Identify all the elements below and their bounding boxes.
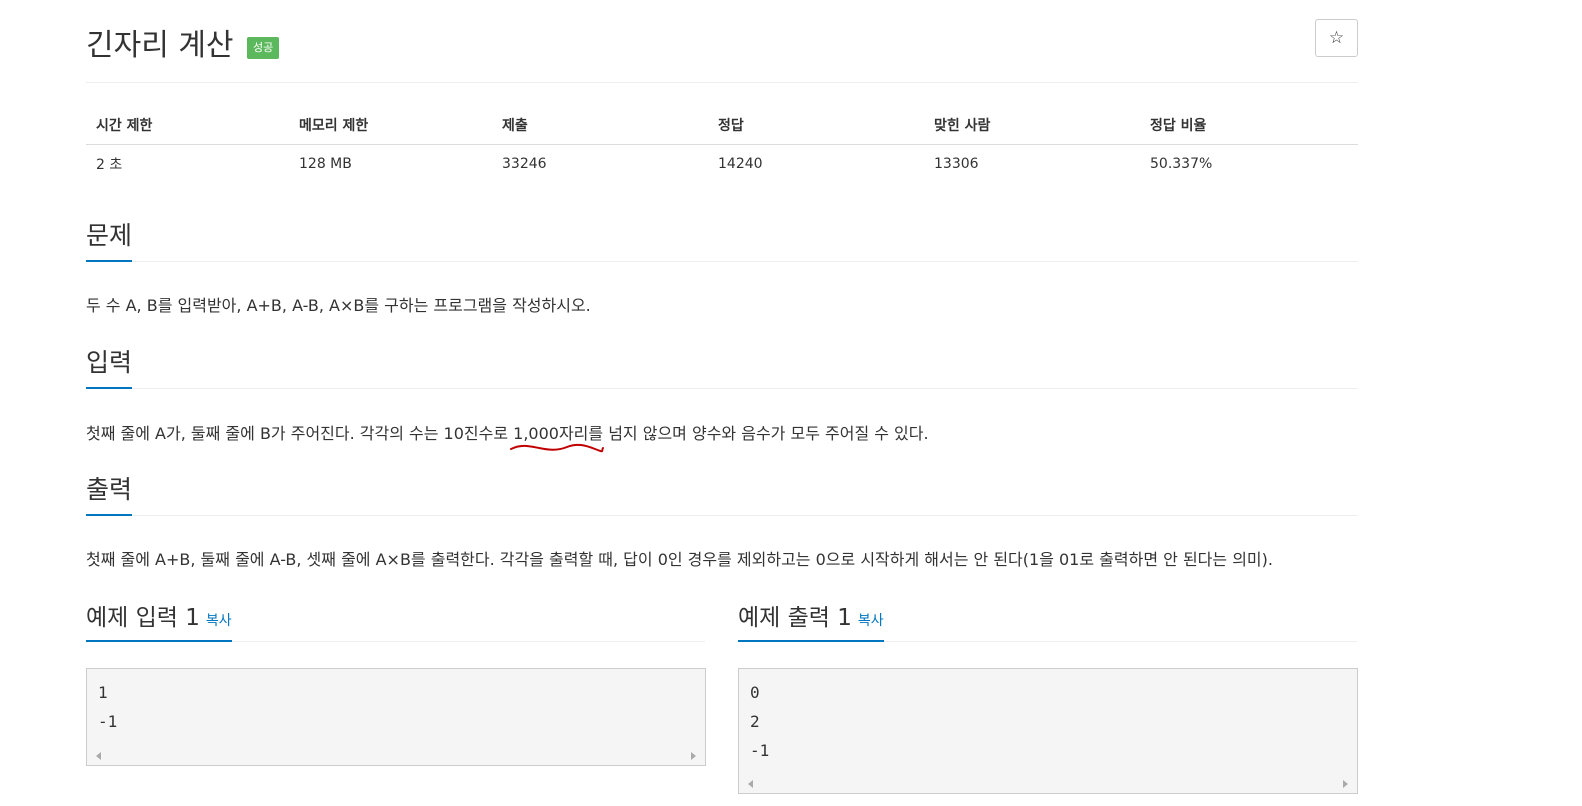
scroll-left-arrow-icon[interactable] xyxy=(748,780,753,788)
sample-input-title: 예제 입력 1 xyxy=(86,605,200,631)
value-submissions: 33246 xyxy=(502,156,547,172)
value-accept-ratio: 50.337% xyxy=(1150,156,1213,172)
output-description: 첫째 줄에 A+B, 둘째 줄에 A-B, 셋째 줄에 A×B를 출력한다. 각… xyxy=(86,550,1273,569)
star-icon: ☆ xyxy=(1328,28,1345,48)
sample-output-line: -1 xyxy=(750,741,770,760)
sample-output-title: 예제 출력 1 xyxy=(738,605,852,631)
info-value-row: 2 초 128 MB 33246 14240 13306 50.337% xyxy=(86,145,1358,184)
problem-title: 긴자리 계산 xyxy=(86,28,234,63)
status-badge: 성공 xyxy=(247,37,280,59)
star-button[interactable]: ☆ xyxy=(1315,19,1358,57)
horizontal-scrollbar[interactable] xyxy=(739,777,1357,793)
sample-input-line: 1 xyxy=(98,683,108,702)
problem-page: 긴자리 계산 성공 ☆ 시간 제한 메모리 제한 제출 정답 맞힌 사람 정답 … xyxy=(86,0,1358,794)
annotated-text: 1,000자리 xyxy=(510,420,605,453)
header-accepted: 정답 xyxy=(708,106,924,145)
problem-info-table: 시간 제한 메모리 제한 제출 정답 맞힌 사람 정답 비율 2 초 128 M… xyxy=(86,106,1358,183)
sample-input-line: -1 xyxy=(98,712,118,731)
section-output-header: 출력 xyxy=(86,470,1358,516)
sample-input-box[interactable]: 1 -1 xyxy=(86,668,706,766)
copy-sample-output-link[interactable]: 복사 xyxy=(858,613,884,629)
horizontal-scrollbar[interactable] xyxy=(87,749,705,765)
section-input-header: 입력 xyxy=(86,343,1358,389)
input-description: 첫째 줄에 A가, 둘째 줄에 B가 주어진다. 각각의 수는 10진수로 1,… xyxy=(86,420,929,453)
sample-output-line: 0 xyxy=(750,683,760,702)
value-solved-users: 13306 xyxy=(934,156,979,172)
header-time-limit: 시간 제한 xyxy=(86,106,289,145)
copy-sample-input-link[interactable]: 복사 xyxy=(206,613,232,629)
sample-output-box[interactable]: 0 2 -1 xyxy=(738,668,1358,794)
header-solved-users: 맞힌 사람 xyxy=(924,106,1140,145)
value-memory-limit: 128 MB xyxy=(299,156,352,172)
scroll-left-arrow-icon[interactable] xyxy=(96,752,101,760)
section-problem-header: 문제 xyxy=(86,216,1358,262)
red-underline-annotation xyxy=(510,443,605,453)
scroll-right-arrow-icon[interactable] xyxy=(691,752,696,760)
sample-output-header: 예제 출력 1 복사 xyxy=(738,598,1357,642)
section-problem-heading: 문제 xyxy=(86,216,133,262)
problem-description: 두 수 A, B를 입력받아, A+B, A-B, A×B를 구하는 프로그램을… xyxy=(86,296,591,315)
header-submissions: 제출 xyxy=(492,106,708,145)
sample-output-line: 2 xyxy=(750,712,760,731)
sample-input-heading: 예제 입력 1 복사 xyxy=(86,598,232,642)
input-text-before: 첫째 줄에 A가, 둘째 줄에 B가 주어진다. 각각의 수는 10진수로 xyxy=(86,424,514,443)
value-accepted: 14240 xyxy=(718,156,763,172)
input-text-after: 를 넘지 않으며 양수와 음수가 모두 주어질 수 있다. xyxy=(588,424,929,443)
sample-input-header: 예제 입력 1 복사 xyxy=(86,598,705,642)
info-header-row: 시간 제한 메모리 제한 제출 정답 맞힌 사람 정답 비율 xyxy=(86,106,1358,145)
header-memory-limit: 메모리 제한 xyxy=(289,106,492,145)
value-time-limit: 2 초 xyxy=(96,157,123,173)
section-output-heading: 출력 xyxy=(86,470,133,516)
sample-output-heading: 예제 출력 1 복사 xyxy=(738,598,884,642)
title-row: 긴자리 계산 성공 ☆ xyxy=(86,0,1358,83)
header-accept-ratio: 정답 비율 xyxy=(1140,106,1358,145)
scroll-right-arrow-icon[interactable] xyxy=(1343,780,1348,788)
section-input-heading: 입력 xyxy=(86,343,133,389)
